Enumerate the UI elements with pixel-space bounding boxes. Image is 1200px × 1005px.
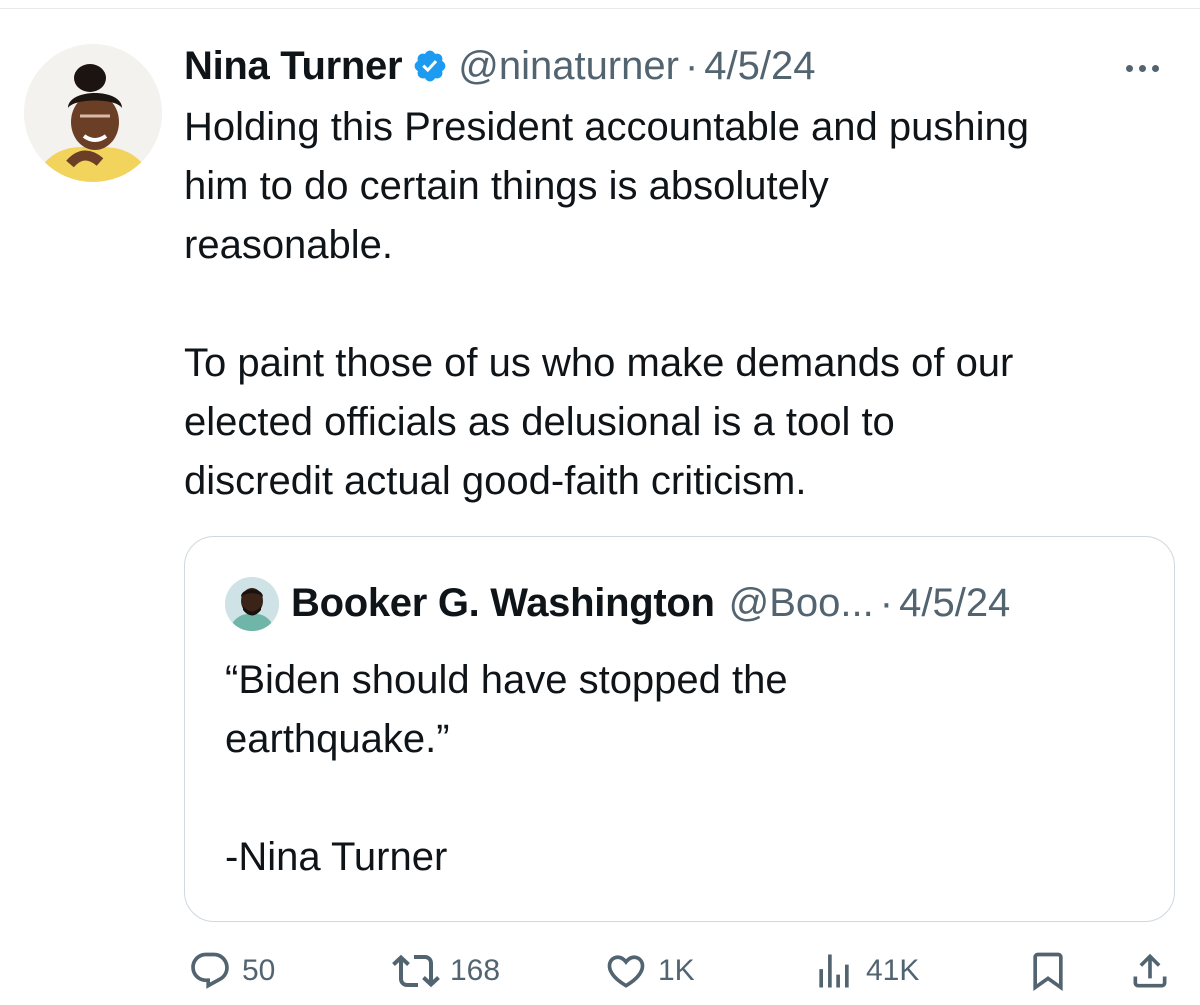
- reply-icon: [191, 952, 229, 989]
- quoted-author-handle[interactable]: @Boo...: [729, 581, 874, 626]
- verified-badge-icon[interactable]: [412, 48, 448, 84]
- views-count: 41K: [866, 954, 920, 987]
- views-button[interactable]: 41K: [812, 945, 919, 997]
- tweet-text: Holding this President accountable and p…: [184, 105, 1030, 503]
- tweet-action-bar: 50 168 1K 41K: [0, 945, 1200, 997]
- top-divider: [0, 8, 1200, 9]
- share-button[interactable]: [1128, 945, 1172, 997]
- retweet-count: 168: [450, 954, 501, 987]
- bookmark-button[interactable]: [1026, 945, 1070, 997]
- header-separator: ·: [684, 43, 699, 88]
- quoted-author-avatar-image: [225, 577, 279, 631]
- more-dot: [1125, 64, 1133, 72]
- quoted-tweet-date[interactable]: 4/5/24: [899, 581, 1010, 626]
- quoted-tweet-text: “Biden should have stopped the earthquak…: [225, 658, 788, 879]
- like-button[interactable]: 1K: [604, 945, 695, 997]
- quoted-tweet-header: Booker G. Washington @Boo... · 4/5/24: [291, 573, 1010, 633]
- more-dot: [1138, 64, 1146, 72]
- heart-icon: [607, 955, 645, 988]
- views-icon: [819, 954, 849, 988]
- bookmark-icon: [1033, 952, 1063, 992]
- retweet-button[interactable]: 168: [392, 945, 500, 997]
- like-count: 1K: [658, 954, 695, 987]
- reply-button[interactable]: 50: [188, 945, 275, 997]
- retweet-icon: [392, 954, 440, 988]
- author-display-name[interactable]: Nina Turner: [184, 44, 403, 89]
- share-icon: [1133, 953, 1167, 988]
- author-avatar[interactable]: [24, 44, 162, 182]
- author-avatar-image: [24, 44, 162, 182]
- reply-count: 50: [242, 954, 276, 987]
- more-options-icon[interactable]: [1112, 48, 1172, 88]
- author-handle[interactable]: @ninaturner: [458, 44, 679, 89]
- quoted-author-display-name[interactable]: Booker G. Washington: [291, 581, 715, 626]
- quoted-tweet-card[interactable]: Booker G. Washington @Boo... · 4/5/24 “B…: [184, 536, 1175, 922]
- quoted-header-separator: ·: [879, 580, 894, 625]
- more-dot: [1151, 64, 1159, 72]
- tweet-header: Nina Turner @ninaturner · 4/5/24: [184, 38, 816, 94]
- tweet-date[interactable]: 4/5/24: [704, 44, 815, 89]
- quoted-author-avatar[interactable]: [225, 577, 279, 631]
